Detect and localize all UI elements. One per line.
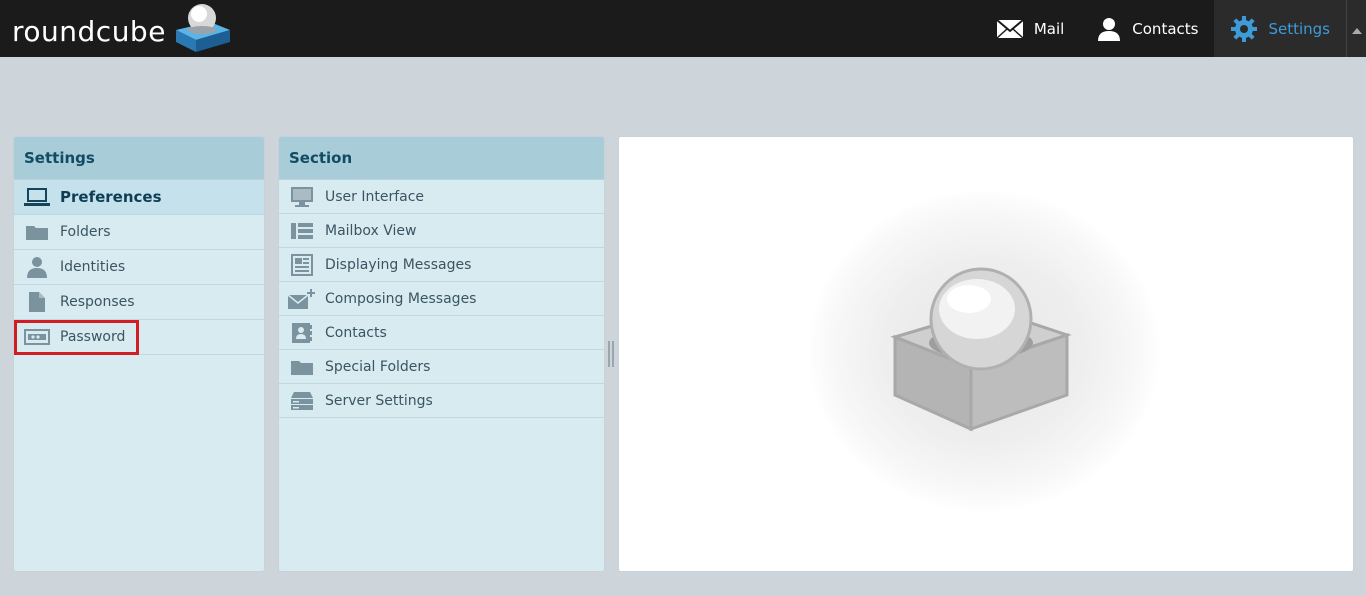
logo-text: roundcube xyxy=(12,14,166,48)
password-icon xyxy=(14,328,60,346)
settings-item-preferences[interactable]: Preferences xyxy=(14,180,264,215)
settings-panel: Settings Preferences Folders Identities … xyxy=(13,136,265,572)
resize-grip-line xyxy=(608,341,610,367)
section-item-composing-messages[interactable]: Composing Messages xyxy=(279,282,604,316)
section-item-displaying-messages[interactable]: Displaying Messages xyxy=(279,248,604,282)
folder-icon xyxy=(279,358,325,376)
settings-item-folders[interactable]: Folders xyxy=(14,215,264,250)
top-bar: roundcube Mail Contacts Settings xyxy=(0,0,1366,57)
nav-settings[interactable]: Settings xyxy=(1214,0,1346,57)
content-panel xyxy=(618,136,1354,572)
section-item-label: Contacts xyxy=(325,324,387,341)
settings-item-label: Folders xyxy=(60,224,111,240)
folder-icon xyxy=(14,223,60,241)
section-item-label: User Interface xyxy=(325,188,425,205)
roundcube-logo[interactable]: roundcube xyxy=(12,4,234,58)
settings-item-label: Preferences xyxy=(60,188,162,206)
section-item-label: Displaying Messages xyxy=(325,256,472,273)
settings-item-responses[interactable]: Responses xyxy=(14,285,264,320)
section-item-label: Composing Messages xyxy=(325,290,477,307)
message-view-icon xyxy=(279,253,325,276)
settings-item-label: Responses xyxy=(60,294,135,310)
settings-item-label: Password xyxy=(60,329,126,345)
settings-item-password[interactable]: Password xyxy=(14,320,264,355)
section-item-label: Mailbox View xyxy=(325,222,417,239)
settings-list: Preferences Folders Identities Responses… xyxy=(14,180,264,355)
section-panel: Section User Interface Mailbox View Disp… xyxy=(278,136,605,572)
document-icon xyxy=(14,291,60,313)
section-list: User Interface Mailbox View Displaying M… xyxy=(279,180,604,418)
settings-item-identities[interactable]: Identities xyxy=(14,250,264,285)
identity-icon xyxy=(14,255,60,279)
nav-settings-label: Settings xyxy=(1268,19,1330,38)
laptop-icon xyxy=(14,186,60,208)
section-item-contacts[interactable]: Contacts xyxy=(279,316,604,350)
panel-resize-handle[interactable] xyxy=(607,341,615,367)
roundcube-watermark xyxy=(809,191,1159,511)
server-icon xyxy=(279,391,325,411)
monitor-icon xyxy=(279,186,325,208)
roundcube-cube-icon xyxy=(172,0,234,62)
section-item-label: Server Settings xyxy=(325,392,433,409)
address-book-icon xyxy=(279,322,325,344)
nav-contacts[interactable]: Contacts xyxy=(1080,0,1214,57)
nav-contacts-label: Contacts xyxy=(1132,19,1199,38)
settings-item-label: Identities xyxy=(60,259,126,275)
mail-icon xyxy=(996,18,1024,39)
section-item-server-settings[interactable]: Server Settings xyxy=(279,384,604,418)
nav-mail-label: Mail xyxy=(1033,19,1065,38)
section-item-label: Special Folders xyxy=(325,358,431,375)
section-item-special-folders[interactable]: Special Folders xyxy=(279,350,604,384)
compose-mail-icon xyxy=(279,288,325,310)
caret-up-icon xyxy=(1351,19,1362,38)
settings-panel-title: Settings xyxy=(14,137,264,180)
gear-icon xyxy=(1230,15,1258,43)
section-item-mailbox-view[interactable]: Mailbox View xyxy=(279,214,604,248)
section-panel-title: Section xyxy=(279,137,604,180)
list-view-icon xyxy=(279,222,325,240)
nav-mail[interactable]: Mail xyxy=(980,0,1080,57)
section-item-user-interface[interactable]: User Interface xyxy=(279,180,604,214)
top-navigation: Mail Contacts Settings xyxy=(980,0,1366,57)
nav-menu-toggle[interactable] xyxy=(1346,0,1366,57)
resize-grip-line xyxy=(612,341,614,367)
contacts-icon xyxy=(1096,16,1122,42)
